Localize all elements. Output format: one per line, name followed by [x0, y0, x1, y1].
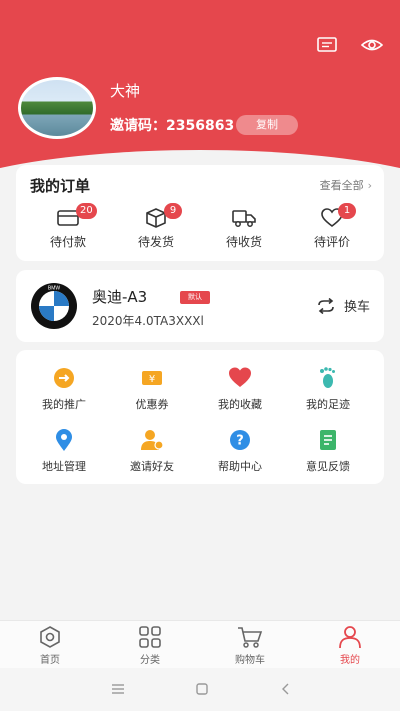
order-pending-payment[interactable]: 20 待付款 [28, 203, 108, 250]
service-label: 我的收藏 [218, 398, 262, 411]
order-pending-review[interactable]: 1 待评价 [292, 203, 372, 250]
service-label: 优惠券 [135, 398, 169, 411]
svg-text:?: ? [236, 434, 244, 449]
orders-title: 我的订单 [30, 177, 91, 195]
switch-car-label: 换车 [343, 300, 370, 315]
order-pending-receipt[interactable]: 待收货 [204, 207, 284, 250]
order-badge: 20 [76, 203, 97, 219]
tab-label: 我的 [340, 655, 360, 666]
order-label: 待发货 [137, 235, 174, 249]
service-address[interactable]: 地址管理 [24, 428, 104, 474]
tab-label: 首页 [40, 655, 60, 666]
service-help-center[interactable]: ? 帮助中心 [200, 428, 280, 474]
view-all-label: 查看全部 [319, 179, 364, 192]
eye-icon[interactable] [361, 36, 383, 54]
back-icon[interactable] [278, 682, 294, 696]
order-label: 待评价 [313, 235, 350, 249]
invite-friend-icon [141, 430, 164, 450]
services-card: 我的推广 ¥ 优惠券 我的收藏 我的足迹 地址管理 邀请好友 ? 帮助中心 意见… [16, 350, 384, 484]
service-footprint[interactable]: 我的足迹 [288, 366, 368, 412]
feedback-icon [320, 430, 336, 450]
help-icon: ? [230, 430, 250, 450]
order-label: 待收货 [225, 235, 262, 249]
tab-label: 购物车 [235, 655, 265, 666]
service-label: 我的推广 [42, 398, 86, 411]
tab-profile[interactable]: 我的 [320, 625, 380, 666]
copy-button[interactable]: 复制 [236, 115, 298, 135]
svg-text:¥: ¥ [149, 374, 155, 385]
home-button-icon[interactable] [194, 682, 210, 696]
promotion-icon [54, 368, 74, 388]
chevron-right-icon: › [367, 179, 372, 192]
car-logo-text: BMW [48, 286, 61, 292]
order-label: 待付款 [49, 235, 86, 249]
switch-car-button[interactable]: 换车 [316, 296, 370, 315]
footprint-icon [320, 367, 335, 388]
home-icon [40, 626, 60, 648]
service-label: 邀请好友 [130, 460, 174, 473]
service-label: 帮助中心 [218, 460, 262, 473]
orders-card: 我的订单 查看全部 › 20 待付款 9 待发货 待收货 1 待评价 [16, 165, 384, 261]
car-model: 2020年4.0TA3XXXl [92, 314, 204, 328]
favorite-icon [229, 367, 251, 387]
service-favorites[interactable]: 我的收藏 [200, 366, 280, 412]
tab-cart[interactable]: 购物车 [220, 625, 280, 666]
service-promotion[interactable]: 我的推广 [24, 366, 104, 412]
service-feedback[interactable]: 意见反馈 [288, 428, 368, 474]
nickname: 大神 [110, 82, 141, 100]
view-all-orders-link[interactable]: 查看全部 › [320, 177, 372, 193]
vehicle-card[interactable]: BMW 奥迪-A3 默认 2020年4.0TA3XXXl 换车 [16, 270, 384, 342]
system-navigation-bar [0, 668, 400, 711]
switch-icon [318, 297, 334, 314]
service-label: 地址管理 [42, 460, 86, 473]
profile-icon [339, 626, 361, 649]
car-name: 奥迪-A3 [92, 288, 148, 306]
truck-icon [232, 210, 256, 227]
service-invite-friend[interactable]: 邀请好友 [112, 428, 192, 474]
menu-icon[interactable] [110, 682, 126, 696]
tab-label: 分类 [140, 655, 160, 666]
service-label: 意见反馈 [306, 460, 350, 473]
bottom-tab-bar: 首页 分类 购物车 我的 [0, 620, 400, 668]
bmw-logo-icon: BMW [31, 283, 77, 329]
avatar[interactable] [18, 77, 96, 139]
order-badge: 9 [164, 203, 182, 219]
location-icon [56, 429, 72, 451]
tab-category[interactable]: 分类 [120, 625, 180, 666]
default-tag: 默认 [180, 291, 210, 304]
order-pending-shipment[interactable]: 9 待发货 [116, 203, 196, 250]
message-icon[interactable] [316, 36, 338, 54]
service-coupon[interactable]: ¥ 优惠券 [112, 366, 192, 412]
service-label: 我的足迹 [306, 398, 350, 411]
cart-icon [238, 627, 263, 648]
invite-code: 邀请码：2356863 [110, 118, 235, 134]
coupon-icon: ¥ [142, 371, 162, 385]
category-icon [139, 626, 161, 648]
tab-home[interactable]: 首页 [20, 625, 80, 666]
order-badge: 1 [338, 203, 356, 219]
